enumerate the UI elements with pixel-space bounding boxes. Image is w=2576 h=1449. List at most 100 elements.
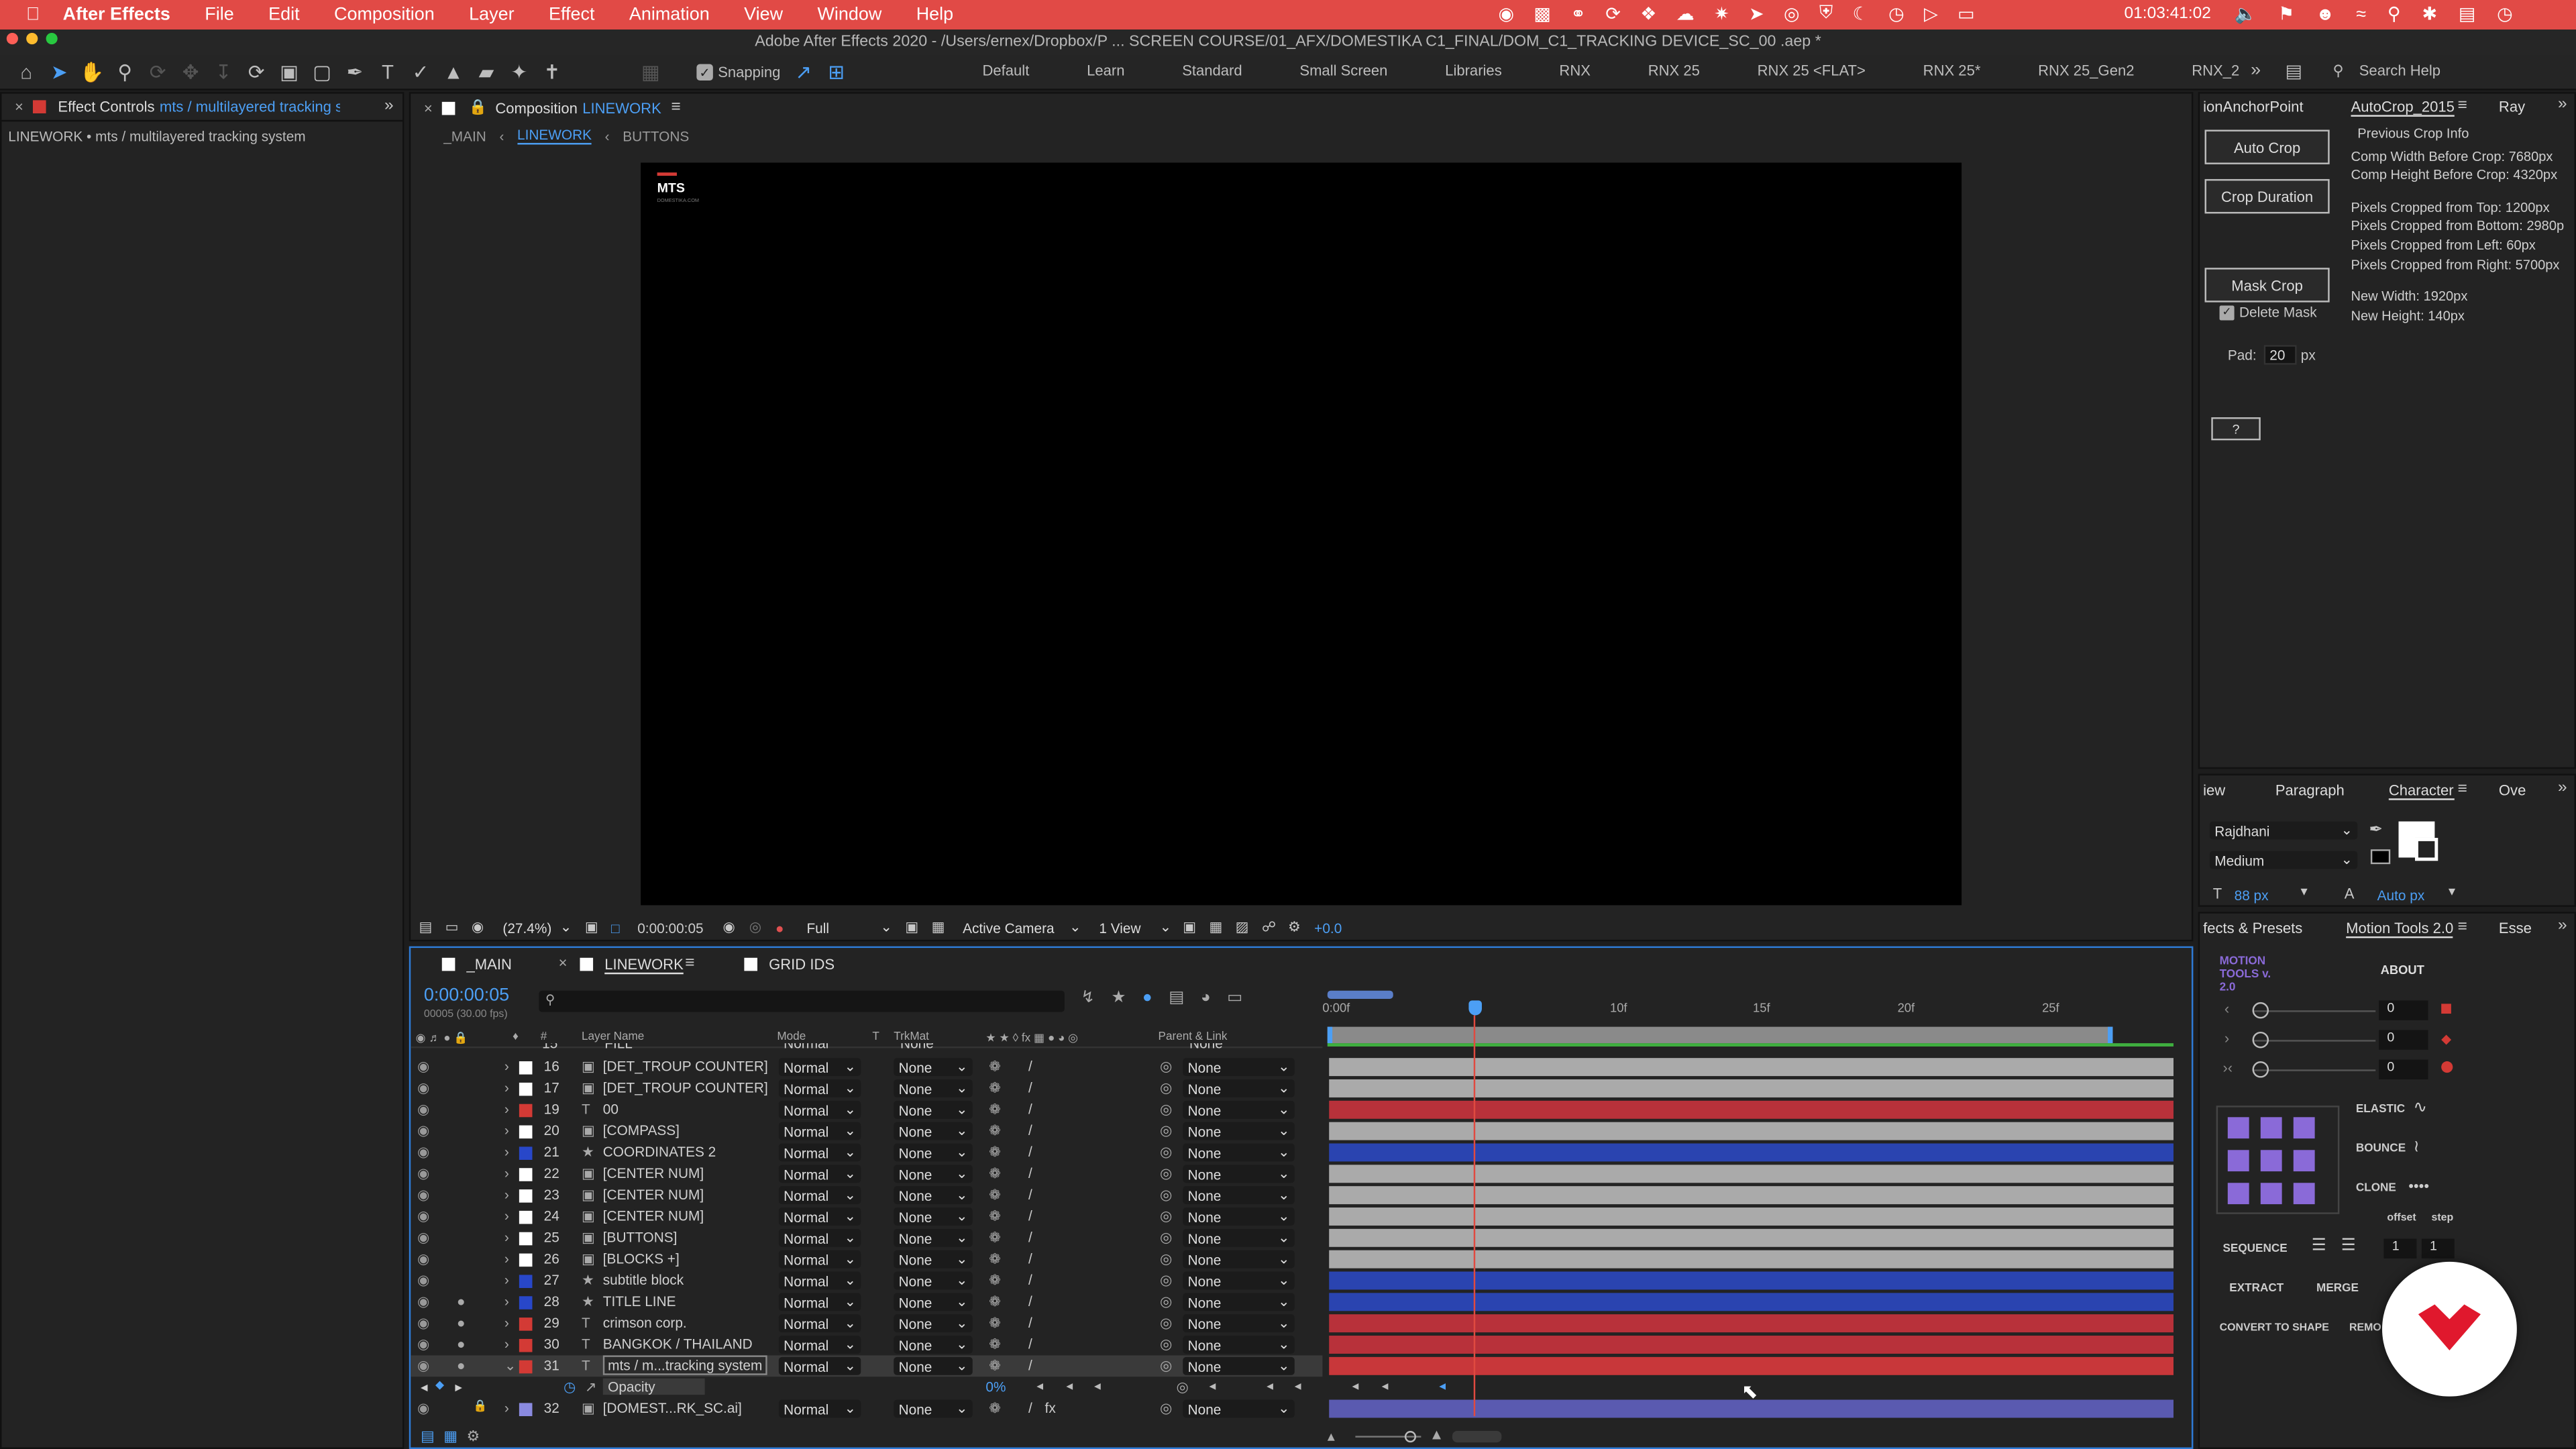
visibility-eye-icon[interactable]: ◉ [417,1186,429,1204]
tab-essential[interactable]: Esse [2499,920,2532,936]
eraser-tool-icon[interactable]: ▰ [470,61,502,84]
label-color[interactable] [519,1125,533,1139]
timeline-timecode[interactable]: 0:00:00:05 [424,985,509,1005]
frame-blending-icon[interactable]: ▤ [1169,989,1184,1007]
home-icon[interactable]: ⌂ [10,61,43,84]
layer-trkmat-dropdown[interactable]: None ⌄ [894,1079,973,1097]
pickwhip-icon[interactable]: ◎ [1160,1314,1172,1332]
quality-switch-icon[interactable]: / [1028,1208,1032,1224]
layer-mode-dropdown[interactable]: Normal ⌄ [778,1079,861,1097]
label-color[interactable] [519,1061,533,1075]
keyframe-square-icon[interactable] [2441,1004,2451,1014]
rocket-icon[interactable]: ➤ [1749,3,1764,24]
layer-parent-dropdown[interactable]: None ⌄ [1183,1100,1295,1119]
bluetooth-icon[interactable]: ✱ [2422,3,2437,24]
layer-duration-bar[interactable] [1329,1356,2174,1375]
layer-name[interactable]: [DET_TROUP COUNTER] [603,1079,768,1095]
comp-nav-buttons[interactable]: BUTTONS [623,127,689,144]
expand-toggle-icon[interactable]: › [504,1079,509,1095]
layer-parent-dropdown[interactable]: None ⌄ [1183,1208,1295,1226]
control-center-icon[interactable]: ▤ [2459,3,2475,24]
visibility-eye-icon[interactable]: ◉ [417,1314,429,1332]
shy-switch-icon[interactable]: ❁ [989,1058,1000,1076]
layer-trkmat-dropdown[interactable]: None ⌄ [894,1356,973,1375]
opacity-value[interactable]: 0% [985,1379,1006,1395]
quality-switch-icon[interactable]: / [1028,1272,1032,1288]
compass-icon[interactable]: ✷ [1714,3,1729,24]
selection-tool-icon[interactable]: ➤ [43,61,76,84]
composition-viewer[interactable]: MTS DOMESTIKA.COM [641,162,1962,906]
label-color[interactable] [519,1318,533,1331]
prev-keyframe-icon[interactable]: ◂ [421,1379,427,1397]
zoom-tool-icon[interactable]: ⚲ [109,61,142,84]
expand-toggle-icon[interactable]: › [504,1165,509,1181]
expand-toggle-icon[interactable]: › [504,1336,509,1352]
exposure-reset-icon[interactable]: ⚙ [1288,918,1314,936]
quality-switch-icon[interactable]: / [1028,1079,1032,1095]
layer-row-partial[interactable]: 15 FILL Normal None None [411,1043,1322,1057]
mask-view-icon[interactable]: ◉ [472,918,498,936]
transfer-controls-icon[interactable]: ▦ [443,1428,466,1446]
puppet-pin-icon[interactable]: ✝ [535,61,568,84]
label-color[interactable] [519,1253,533,1267]
pickwhip-icon[interactable]: ◎ [1160,1272,1172,1290]
battery-icon[interactable]: ▭ [1957,3,1974,24]
layer-name[interactable]: crimson corp. [603,1314,687,1330]
layer-parent-dropdown[interactable]: None ⌄ [1183,1058,1295,1077]
menu-window[interactable]: Window [817,5,881,24]
layer-name[interactable]: [CENTER NUM] [603,1186,704,1202]
layer-mode-dropdown[interactable]: Normal ⌄ [778,1058,861,1077]
layer-mode-dropdown[interactable]: Normal ⌄ [778,1228,861,1247]
layer-trkmat-dropdown[interactable]: None ⌄ [894,1293,973,1311]
sync-icon[interactable]: ⟳ [1605,3,1621,24]
layer-mode-dropdown[interactable]: Normal ⌄ [778,1122,861,1140]
keyframe-marker-icon[interactable]: ◂ [1066,1379,1073,1393]
dolly-camera-icon[interactable]: ↧ [207,61,240,84]
expand-toggle-icon[interactable]: › [504,1272,509,1288]
snap-features-icon[interactable]: ⊞ [820,61,853,84]
menu-composition[interactable]: Composition [334,5,435,24]
expand-toggle-icon[interactable]: ⌄ [504,1357,516,1375]
black-white-icon[interactable] [2370,849,2391,865]
exposure-value[interactable]: +0.0 [1314,919,1342,935]
zoom-slider-handle[interactable] [1404,1431,1417,1443]
search-help-input[interactable]: Search Help [2359,62,2440,78]
slider-handle[interactable] [2252,1031,2269,1049]
layer-duration-bar[interactable] [1329,1100,2174,1119]
layer-name[interactable]: [BLOCKS +] [603,1250,680,1267]
layer-mode-dropdown[interactable]: Normal ⌄ [778,1208,861,1226]
layer-mode-dropdown[interactable]: Normal ⌄ [778,1143,861,1162]
tab-paragraph[interactable]: Paragraph [2275,782,2345,798]
timeline-tab-grid-ids[interactable]: GRID IDS [769,956,835,972]
tab-motion-tools[interactable]: Motion Tools 2.0 [2346,920,2454,938]
layer-search-input[interactable]: ⚲ [539,990,1065,1012]
layer-row[interactable]: ◉ › 27 ★ subtitle block Normal ⌄ None ⌄ ❁ / ◎ None ⌄ [411,1270,1322,1291]
property-row-opacity[interactable]: ◂ ◆ ▸ ◷ ↗ Opacity 0% ◎ [411,1377,1322,1398]
quality-switch-icon[interactable]: / [1028,1336,1032,1352]
timeline-tab-main[interactable]: _MAIN [467,956,512,972]
quality-switch-icon[interactable]: / [1028,1357,1032,1373]
preview-region-icon[interactable]: ▤ [419,918,445,936]
layer-row[interactable]: ◉ › 25 ▣ [BUTTONS] Normal ⌄ None ⌄ ❁ / ◎ None ⌄ [411,1227,1322,1248]
sequence-backward-icon[interactable]: ☰ [2341,1237,2356,1255]
anchor-center[interactable] [2260,1150,2282,1172]
keyframe-marker-icon[interactable]: ◂ [1382,1379,1389,1393]
label-color[interactable] [519,1296,533,1309]
quality-switch-icon[interactable]: / [1028,1400,1032,1416]
layer-trkmat-dropdown[interactable]: None ⌄ [894,1100,973,1119]
orbit-camera-icon[interactable]: ⟳ [142,61,174,84]
composition-tab-name[interactable]: LINEWORK [582,99,661,115]
solo-icon[interactable]: ● [457,1357,466,1373]
draft-3d-icon[interactable]: ★ [1111,989,1126,1007]
composition-tab-prefix[interactable]: Composition [495,99,578,115]
layer-parent-dropdown[interactable]: None ⌄ [1183,1165,1295,1183]
monitor-icon[interactable]: ▭ [445,918,472,936]
tab-autocrop[interactable]: AutoCrop_2015 [2351,99,2455,117]
motion-blur-icon[interactable]: ◕ [1201,989,1211,1007]
layer-name[interactable]: [DET_TROUP COUNTER] [603,1058,768,1074]
workspace-rnx-25-flat[interactable]: RNX 25 <FLAT> [1758,62,1866,78]
quality-switch-icon[interactable]: / [1028,1165,1032,1181]
stopwatch-icon[interactable]: ◷ [564,1379,576,1397]
anchor-bottom[interactable] [2260,1183,2282,1205]
layer-mode-dropdown[interactable]: Normal ⌄ [778,1336,861,1354]
